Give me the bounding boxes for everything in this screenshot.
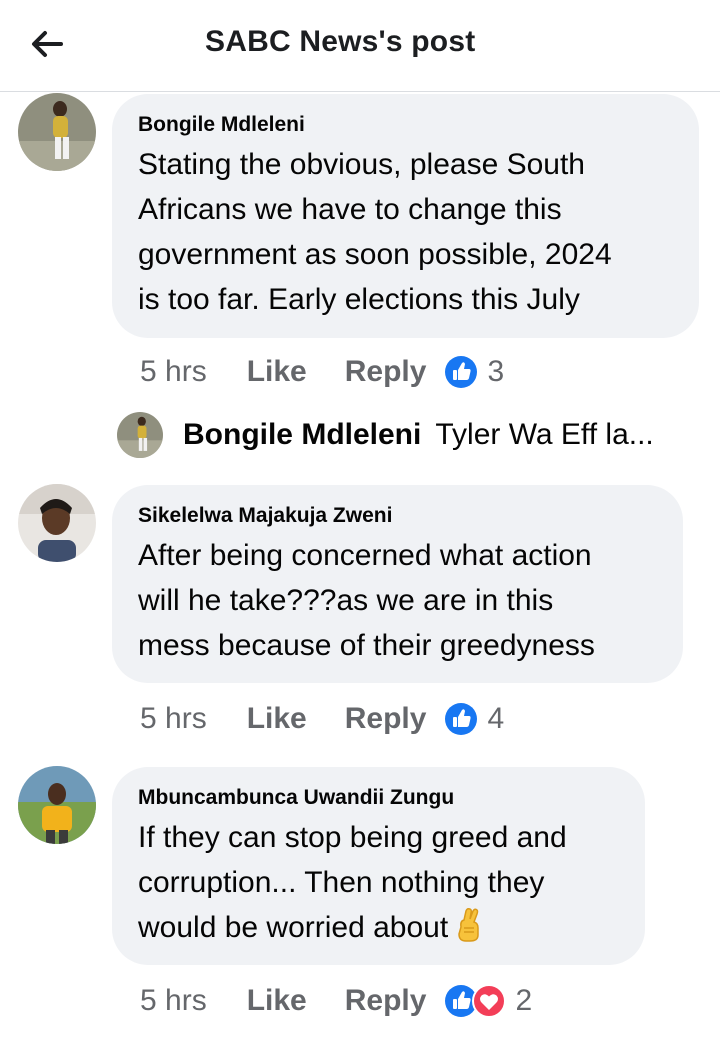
comment-author[interactable]: Bongile Mdleleni bbox=[138, 112, 673, 138]
reply-preview[interactable]: Bongile Mdleleni Tyler Wa Eff la... bbox=[117, 409, 654, 461]
comment-actions: 5 hrs Like Reply 2 bbox=[140, 981, 532, 1021]
comment-line: will he take???as we are in this bbox=[138, 584, 554, 617]
reply-button[interactable]: Reply bbox=[345, 702, 427, 736]
page-title: SABC News's post bbox=[205, 25, 476, 58]
comment-line: government as soon possible, 2024 bbox=[138, 238, 612, 271]
avatar[interactable] bbox=[18, 93, 96, 171]
avatar[interactable] bbox=[18, 766, 96, 844]
comment-line: If they can stop being greed and bbox=[138, 821, 567, 854]
comment-text: Stating the obvious, please South Africa… bbox=[138, 142, 673, 322]
reaction-summary[interactable]: 4 bbox=[444, 702, 504, 736]
reaction-count: 3 bbox=[487, 355, 505, 388]
reply-button[interactable]: Reply bbox=[345, 984, 427, 1018]
comment-line: is too far. Early elections this July bbox=[138, 283, 580, 316]
comment-line: mess because of their greedyness bbox=[138, 629, 595, 662]
reply-author: Bongile Mdleleni bbox=[183, 418, 422, 451]
reply-button[interactable]: Reply bbox=[345, 355, 427, 389]
comment-bubble: Sikelelwa Majakuja Zweni After being con… bbox=[112, 485, 683, 683]
comment-line: corruption... Then nothing they bbox=[138, 866, 545, 899]
reaction-count: 4 bbox=[487, 702, 505, 735]
reply-snippet: Tyler Wa Eff la... bbox=[435, 418, 654, 451]
avatar[interactable] bbox=[18, 484, 96, 562]
avatar bbox=[117, 412, 163, 458]
crossed-fingers-icon bbox=[458, 908, 479, 942]
comment-line: Africans we have to change this bbox=[138, 193, 562, 226]
comment-bubble: Bongile Mdleleni Stating the obvious, pl… bbox=[112, 94, 699, 338]
like-icon bbox=[445, 356, 478, 388]
comment-author[interactable]: Sikelelwa Majakuja Zweni bbox=[138, 503, 657, 529]
comment-text: After being concerned what action will h… bbox=[138, 533, 657, 668]
reaction-summary[interactable]: 2 bbox=[444, 984, 532, 1018]
like-button[interactable]: Like bbox=[247, 984, 307, 1018]
comment-author[interactable]: Mbuncambunca Uwandii Zungu bbox=[138, 785, 619, 811]
comment-line: After being concerned what action bbox=[138, 539, 592, 572]
comment-timestamp: 5 hrs bbox=[140, 702, 207, 735]
like-button[interactable]: Like bbox=[247, 702, 307, 736]
comment-text: If they can stop being greed and corrupt… bbox=[138, 815, 619, 950]
comment-line: would be worried about bbox=[138, 905, 619, 950]
comment-timestamp: 5 hrs bbox=[140, 984, 207, 1017]
comment-actions: 5 hrs Like Reply 4 bbox=[140, 699, 504, 739]
back-button[interactable] bbox=[18, 22, 76, 66]
love-icon bbox=[472, 984, 507, 1018]
comment-timestamp: 5 hrs bbox=[140, 355, 207, 388]
reaction-summary[interactable]: 3 bbox=[444, 355, 504, 389]
top-bar: SABC News's post bbox=[0, 0, 720, 92]
like-icon bbox=[445, 703, 478, 735]
comment-line: Stating the obvious, please South bbox=[138, 148, 585, 181]
back-arrow-icon bbox=[32, 31, 63, 57]
reaction-count: 2 bbox=[515, 984, 533, 1017]
like-button[interactable]: Like bbox=[247, 355, 307, 389]
comment-bubble: Mbuncambunca Uwandii Zungu If they can s… bbox=[112, 767, 645, 965]
comment-actions: 5 hrs Like Reply 3 bbox=[140, 352, 504, 392]
comment-line-text: would be worried about bbox=[138, 911, 449, 944]
